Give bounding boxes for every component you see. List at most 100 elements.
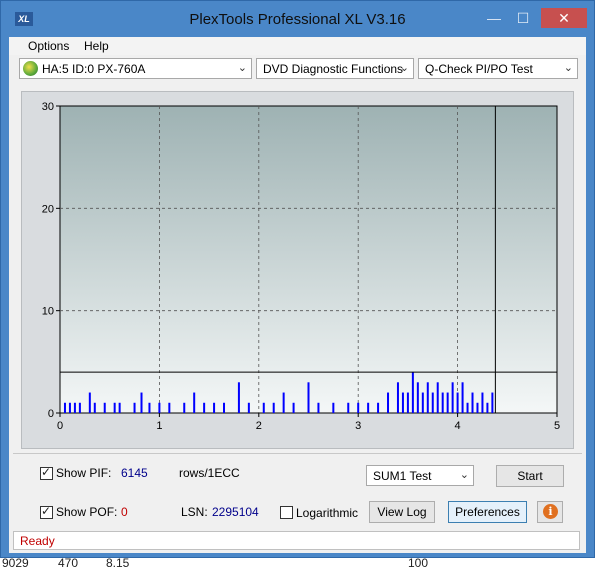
start-button[interactable]: Start bbox=[496, 465, 564, 487]
background-cell-4: 100 bbox=[408, 556, 429, 570]
status-text: Ready bbox=[20, 534, 55, 548]
pif-bar bbox=[237, 382, 240, 413]
chevron-down-icon: ⌄ bbox=[237, 62, 247, 74]
pif-bar bbox=[118, 402, 121, 413]
pif-bar bbox=[168, 402, 171, 413]
y-tick-label: 0 bbox=[48, 408, 54, 420]
pif-bar bbox=[491, 392, 494, 413]
pif-bar bbox=[426, 382, 429, 413]
pif-bar bbox=[213, 402, 216, 413]
close-button[interactable]: ✕ bbox=[541, 8, 587, 28]
pif-bar bbox=[387, 392, 390, 413]
pif-bar bbox=[292, 402, 295, 413]
x-tick-label: 5 bbox=[554, 420, 560, 432]
info-button[interactable]: i bbox=[537, 501, 563, 523]
pif-bar bbox=[133, 402, 136, 413]
pif-bar bbox=[421, 392, 424, 413]
pif-value: 6145 bbox=[121, 466, 148, 480]
plot-area bbox=[59, 105, 558, 414]
test-select[interactable]: Q-Check PI/PO Test ⌄ bbox=[418, 58, 578, 79]
pif-bar bbox=[193, 392, 196, 413]
lsn-value: 2295104 bbox=[212, 505, 259, 519]
pif-bar bbox=[357, 402, 360, 413]
pif-bar bbox=[416, 382, 419, 413]
pif-bar bbox=[401, 392, 404, 413]
logarithmic-label: Logarithmic bbox=[296, 506, 359, 520]
pif-bar bbox=[68, 402, 71, 413]
pif-bar bbox=[396, 382, 399, 413]
sum-test-select[interactable]: SUM1 Test ⌄ bbox=[366, 465, 474, 486]
menu-options[interactable]: Options bbox=[28, 39, 69, 53]
function-select-value: DVD Diagnostic Functions bbox=[263, 62, 404, 76]
x-tick-label: 3 bbox=[355, 420, 361, 432]
pif-bar bbox=[247, 402, 250, 413]
pif-bar bbox=[347, 402, 350, 413]
pif-bar bbox=[158, 402, 161, 413]
status-bar: Ready bbox=[13, 531, 580, 550]
pif-bar bbox=[203, 402, 206, 413]
x-tick-label: 2 bbox=[256, 420, 262, 432]
pif-bar bbox=[140, 392, 143, 413]
pif-bar bbox=[461, 382, 464, 413]
pif-bar bbox=[466, 402, 469, 413]
pif-bar bbox=[73, 402, 76, 413]
title-bar[interactable]: XL PlexTools Professional XL V3.16 — ☐ ✕ bbox=[1, 1, 594, 37]
pif-bar bbox=[451, 382, 454, 413]
chevron-down-icon: ⌄ bbox=[563, 62, 573, 74]
x-tick-label: 0 bbox=[57, 420, 63, 432]
background-cell-1: 9029 bbox=[2, 556, 29, 570]
pif-bar bbox=[272, 402, 275, 413]
sum-test-value: SUM1 Test bbox=[373, 469, 432, 483]
main-window: XL PlexTools Professional XL V3.16 — ☐ ✕… bbox=[0, 0, 595, 558]
drive-select-value: HA:5 ID:0 PX-760A bbox=[42, 62, 146, 76]
drive-icon bbox=[23, 61, 38, 76]
chevron-down-icon: ⌄ bbox=[399, 62, 409, 74]
y-tick-label: 30 bbox=[42, 101, 54, 113]
menu-bar: Options Help bbox=[9, 37, 586, 55]
pif-bar bbox=[436, 382, 439, 413]
preferences-button[interactable]: Preferences bbox=[448, 501, 527, 523]
pif-bar bbox=[367, 402, 370, 413]
pif-bar bbox=[411, 372, 414, 413]
pif-bar bbox=[377, 402, 380, 413]
pif-bar bbox=[456, 392, 459, 413]
maximize-button[interactable]: ☐ bbox=[508, 8, 538, 28]
pif-bar bbox=[113, 402, 116, 413]
pif-bar bbox=[63, 402, 66, 413]
pif-bar bbox=[88, 392, 91, 413]
pif-bar bbox=[103, 402, 106, 413]
x-tick-label: 1 bbox=[156, 420, 162, 432]
show-pof-checkbox[interactable] bbox=[40, 504, 53, 519]
pif-bar bbox=[148, 402, 151, 413]
drive-select[interactable]: HA:5 ID:0 PX-760A ⌄ bbox=[19, 58, 252, 79]
pif-bar bbox=[406, 392, 409, 413]
pif-bar bbox=[183, 402, 186, 413]
y-tick-label: 10 bbox=[42, 306, 54, 318]
show-pif-checkbox[interactable] bbox=[40, 465, 53, 480]
pif-bar bbox=[476, 402, 479, 413]
show-pof-label: Show POF: bbox=[56, 505, 118, 519]
view-log-button[interactable]: View Log bbox=[369, 501, 435, 523]
client-area: Options Help HA:5 ID:0 PX-760A ⌄ DVD Dia… bbox=[9, 37, 586, 553]
chart-panel: 0 1 2 3 4 5 0 10 20 30 bbox=[21, 91, 574, 449]
pif-bar bbox=[481, 392, 484, 413]
minimize-button[interactable]: — bbox=[479, 8, 509, 28]
pif-bar bbox=[471, 392, 474, 413]
rows-label: rows/1ECC bbox=[179, 466, 240, 480]
pif-bar bbox=[332, 402, 335, 413]
function-select[interactable]: DVD Diagnostic Functions ⌄ bbox=[256, 58, 414, 79]
panel-separator bbox=[13, 453, 582, 454]
logarithmic-checkbox[interactable] bbox=[280, 506, 293, 519]
y-tick-label: 20 bbox=[42, 203, 54, 215]
pif-bar bbox=[441, 392, 444, 413]
pif-bar bbox=[78, 402, 81, 413]
background-cell-3: 8.15 bbox=[106, 556, 130, 570]
x-tick-label: 4 bbox=[455, 420, 461, 432]
pif-bar bbox=[307, 382, 310, 413]
menu-help[interactable]: Help bbox=[84, 39, 109, 53]
pof-value: 0 bbox=[121, 505, 128, 519]
test-select-value: Q-Check PI/PO Test bbox=[425, 62, 533, 76]
pif-bar bbox=[431, 392, 434, 413]
pif-bar bbox=[486, 402, 489, 413]
pif-bar bbox=[317, 402, 320, 413]
